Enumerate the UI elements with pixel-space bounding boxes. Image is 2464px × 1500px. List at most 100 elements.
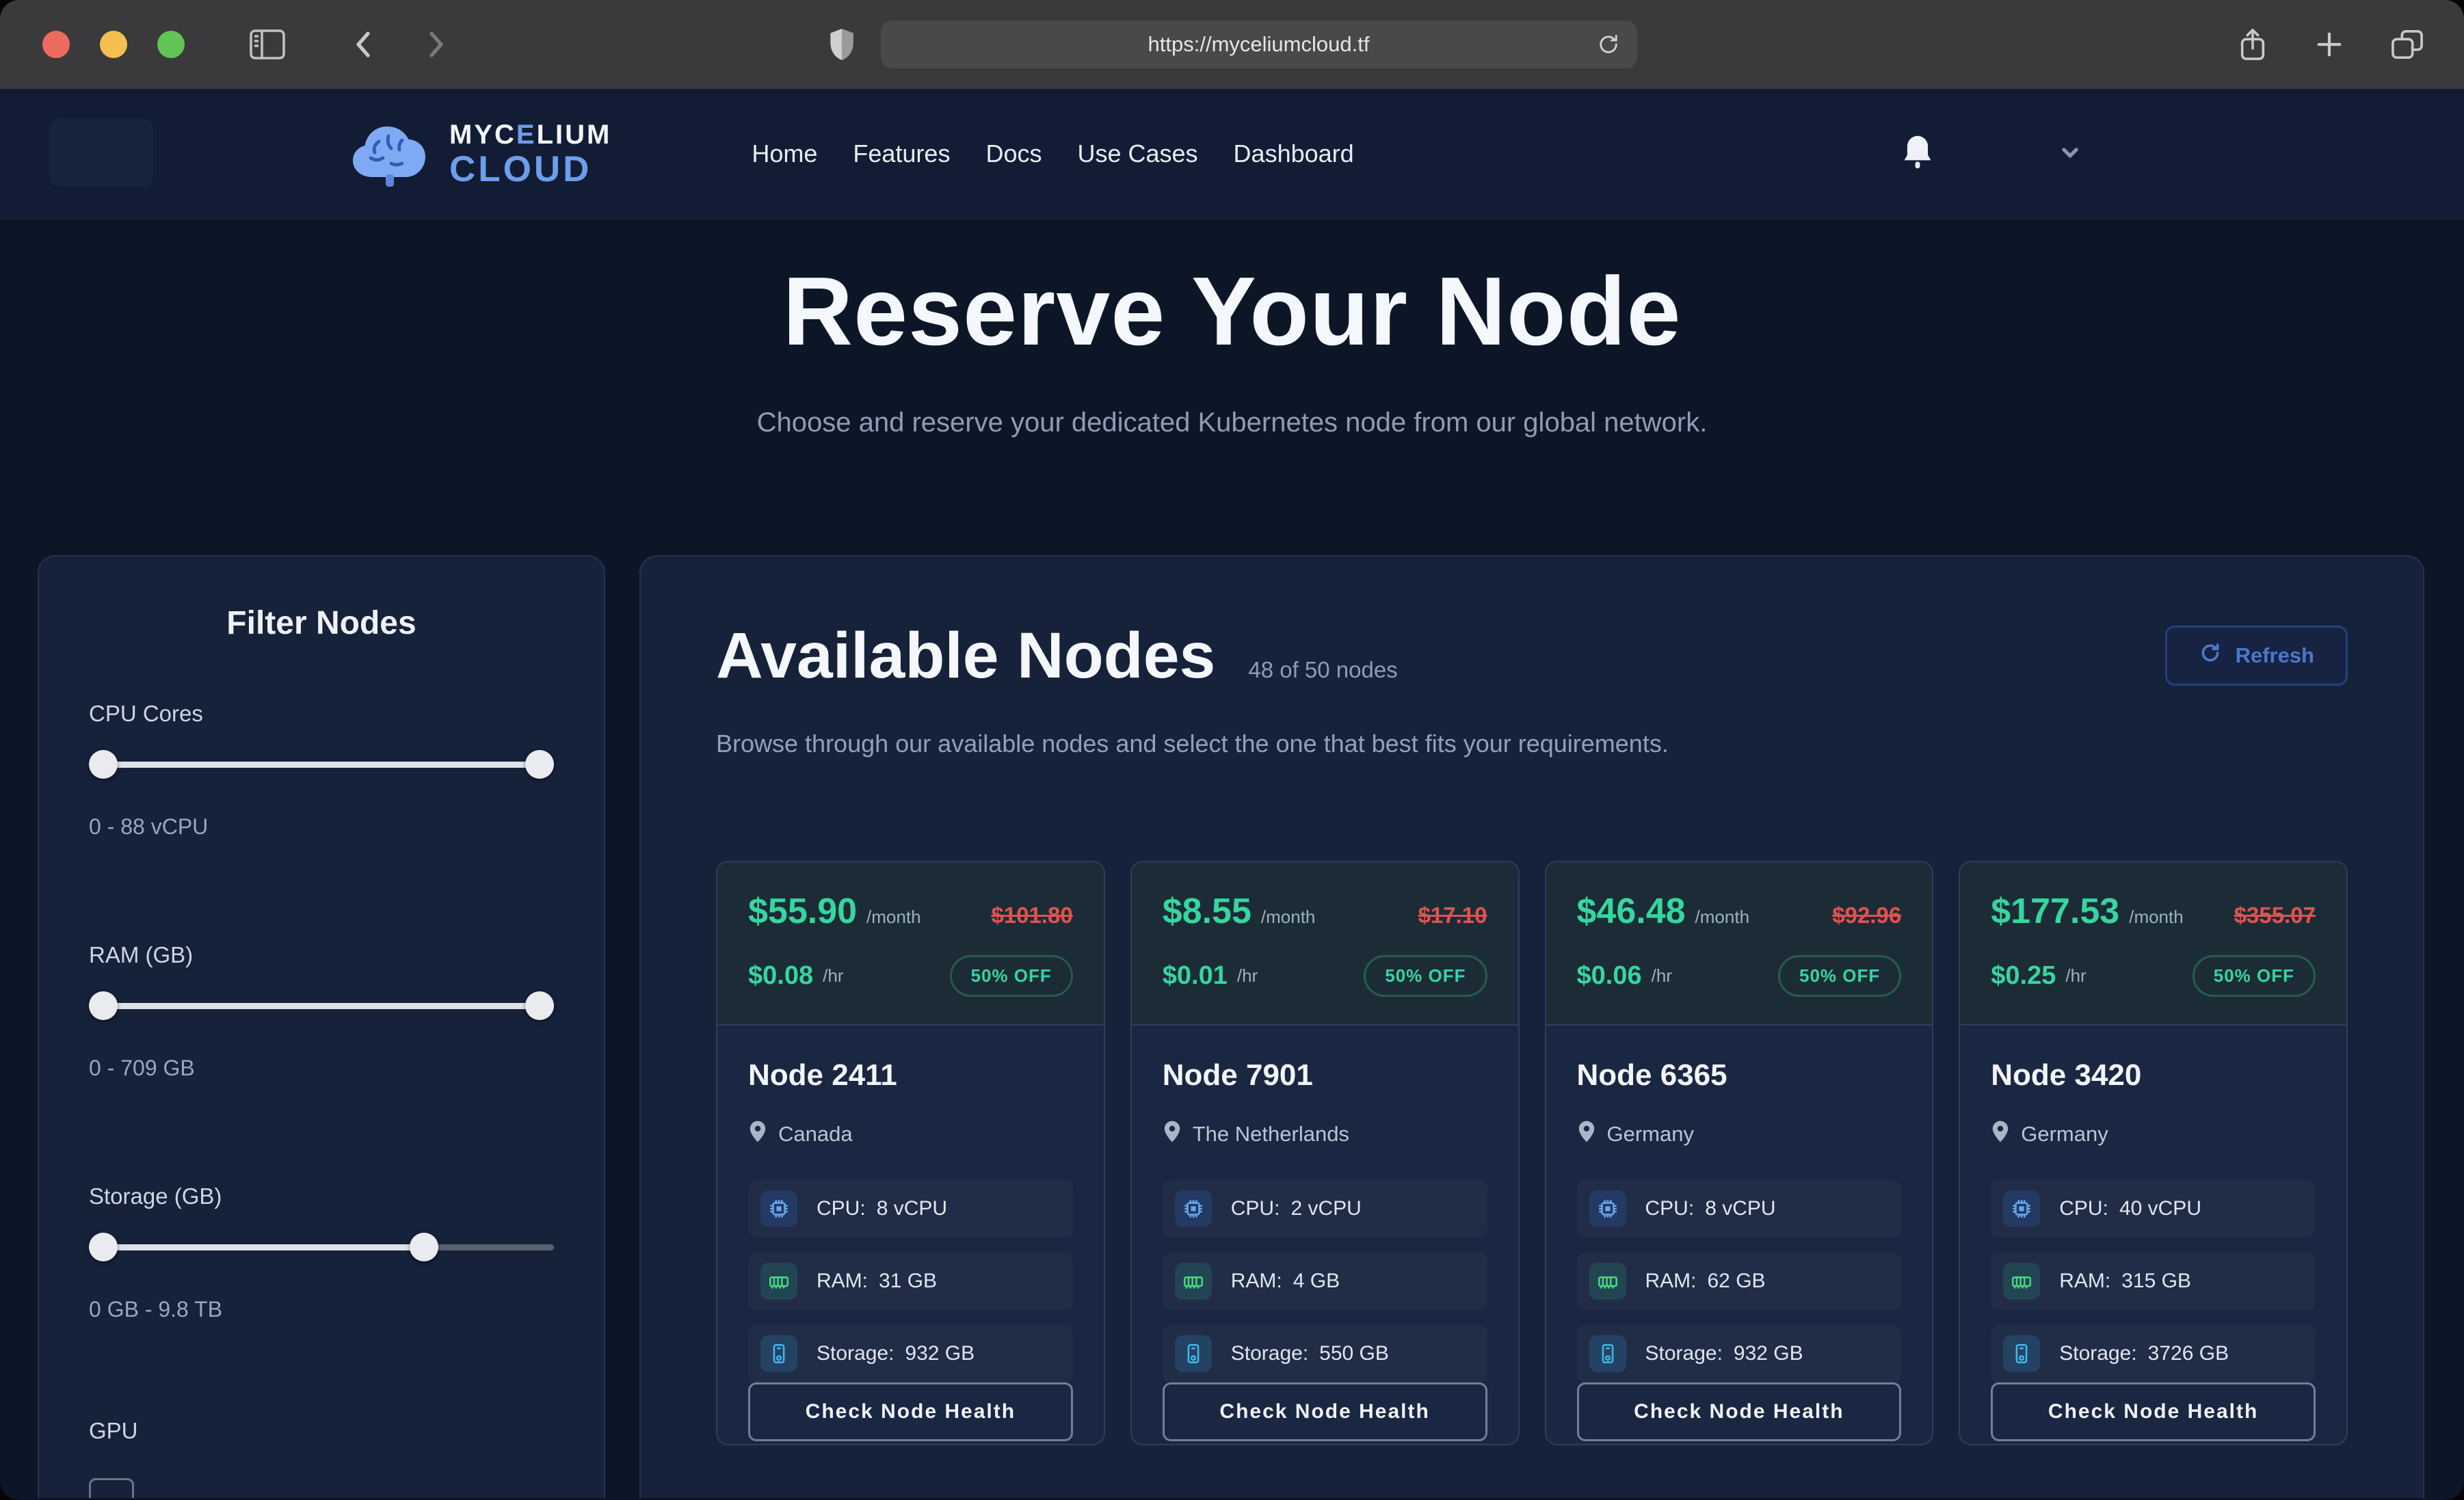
available-nodes-panel: Available Nodes 48 of 50 nodes Refresh B… bbox=[639, 555, 2424, 1498]
ghost-box bbox=[49, 119, 153, 186]
back-icon[interactable] bbox=[350, 28, 377, 61]
minimize-button[interactable] bbox=[100, 31, 127, 58]
gpu-checkbox[interactable] bbox=[89, 1478, 134, 1498]
storage-slider-max-handle[interactable] bbox=[410, 1233, 438, 1261]
site-navbar: MYCELIUM CLOUD Home Features Docs Use Ca… bbox=[0, 89, 2464, 219]
original-price: $101.80 bbox=[991, 902, 1072, 928]
pricing-section: $177.53 /month $355.07 $0.25 /hr 50% OFF bbox=[1960, 862, 2346, 1026]
discount-badge: 50% OFF bbox=[2193, 955, 2316, 997]
ram-label: RAM (GB) bbox=[89, 942, 554, 968]
logo-text: MYCELIUM CLOUD bbox=[449, 121, 611, 187]
storage-icon bbox=[2003, 1335, 2040, 1372]
filter-panel: Filter Nodes CPU Cores 0 - 88 vCPU RAM (… bbox=[38, 555, 605, 1498]
cpu-icon bbox=[2003, 1190, 2040, 1227]
cpu-slider-max-handle[interactable] bbox=[525, 750, 554, 779]
cpu-spec-row: CPU:8 vCPU bbox=[1577, 1180, 1902, 1237]
page-title: Reserve Your Node bbox=[0, 257, 2464, 366]
cpu-spec-row: CPU:8 vCPU bbox=[748, 1180, 1073, 1237]
new-tab-icon[interactable] bbox=[2314, 29, 2345, 60]
logo[interactable]: MYCELIUM CLOUD bbox=[345, 114, 611, 194]
storage-icon bbox=[760, 1335, 797, 1372]
node-location: Germany bbox=[1607, 1122, 1694, 1147]
ram-icon bbox=[760, 1263, 797, 1300]
filter-group-ram: RAM (GB) 0 - 709 GB bbox=[89, 942, 554, 1081]
per-hour-label: /hr bbox=[2065, 965, 2086, 987]
storage-value: 550 GB bbox=[1319, 1342, 1389, 1365]
forward-icon[interactable] bbox=[422, 28, 449, 61]
ram-icon bbox=[1589, 1263, 1626, 1300]
monthly-price: $55.90 bbox=[748, 891, 857, 932]
location-pin-icon bbox=[1991, 1120, 2010, 1149]
nav-links: Home Features Docs Use Cases Dashboard bbox=[752, 139, 1353, 168]
share-icon[interactable] bbox=[2237, 26, 2268, 63]
per-month-label: /month bbox=[1261, 907, 1316, 928]
storage-spec-row: Storage:932 GB bbox=[1577, 1325, 1902, 1382]
cpu-spec-row: CPU:40 vCPU bbox=[1991, 1180, 2316, 1237]
main-content: Filter Nodes CPU Cores 0 - 88 vCPU RAM (… bbox=[0, 555, 2464, 1498]
browser-toolbar: https://myceliumcloud.tf bbox=[0, 0, 2464, 89]
storage-spec-row: Storage:550 GB bbox=[1163, 1325, 1487, 1382]
cpu-value: 40 vCPU bbox=[2119, 1197, 2201, 1220]
check-node-health-button[interactable]: Check Node Health bbox=[748, 1382, 1073, 1441]
cpu-spec-row: CPU:2 vCPU bbox=[1163, 1180, 1487, 1237]
nav-item-dashboard[interactable]: Dashboard bbox=[1234, 139, 1354, 168]
nodes-subtitle: Browse through our available nodes and s… bbox=[716, 729, 2348, 758]
nav-item-docs[interactable]: Docs bbox=[985, 139, 1042, 168]
per-month-label: /month bbox=[2129, 907, 2184, 928]
check-node-health-button[interactable]: Check Node Health bbox=[1577, 1382, 1902, 1441]
node-name: Node 7901 bbox=[1163, 1058, 1487, 1093]
cpu-range-text: 0 - 88 vCPU bbox=[89, 814, 554, 840]
location-pin-icon bbox=[1163, 1120, 1182, 1149]
nav-item-features[interactable]: Features bbox=[853, 139, 950, 168]
original-price: $355.07 bbox=[2234, 902, 2316, 928]
ram-slider-min-handle[interactable] bbox=[89, 991, 118, 1020]
check-node-health-button[interactable]: Check Node Health bbox=[1163, 1382, 1487, 1441]
hourly-price: $0.06 bbox=[1577, 961, 1642, 991]
node-card[interactable]: $8.55 /month $17.10 $0.01 /hr 50% OFF No… bbox=[1130, 861, 1520, 1445]
discount-badge: 50% OFF bbox=[1364, 955, 1487, 997]
location-pin-icon bbox=[748, 1120, 767, 1149]
close-button[interactable] bbox=[42, 31, 70, 58]
ram-value: 315 GB bbox=[2121, 1270, 2191, 1293]
filter-title: Filter Nodes bbox=[89, 604, 554, 642]
bell-icon[interactable] bbox=[1900, 133, 1935, 175]
chevron-down-icon[interactable] bbox=[2055, 137, 2085, 171]
storage-label: Storage (GB) bbox=[89, 1183, 554, 1209]
node-card[interactable]: $177.53 /month $355.07 $0.25 /hr 50% OFF… bbox=[1959, 861, 2348, 1445]
storage-slider-min-handle[interactable] bbox=[89, 1233, 118, 1261]
pricing-section: $55.90 /month $101.80 $0.08 /hr 50% OFF bbox=[717, 862, 1104, 1026]
gpu-label: GPU bbox=[89, 1418, 554, 1444]
discount-badge: 50% OFF bbox=[950, 955, 1073, 997]
nav-item-home[interactable]: Home bbox=[752, 139, 817, 168]
cpu-cores-slider[interactable] bbox=[89, 750, 554, 779]
ram-value: 31 GB bbox=[879, 1270, 937, 1293]
discount-badge: 50% OFF bbox=[1778, 955, 1901, 997]
pricing-section: $46.48 /month $92.96 $0.06 /hr 50% OFF bbox=[1546, 862, 1933, 1026]
node-name: Node 3420 bbox=[1991, 1058, 2316, 1093]
cpu-slider-min-handle[interactable] bbox=[89, 750, 118, 779]
slider-range bbox=[89, 1244, 424, 1250]
storage-slider[interactable] bbox=[89, 1233, 554, 1261]
refresh-button[interactable]: Refresh bbox=[2165, 626, 2348, 686]
storage-range-text: 0 GB - 9.8 TB bbox=[89, 1297, 554, 1322]
node-card[interactable]: $46.48 /month $92.96 $0.06 /hr 50% OFF N… bbox=[1545, 861, 1934, 1445]
ram-icon bbox=[1175, 1263, 1212, 1300]
ram-slider-max-handle[interactable] bbox=[525, 991, 554, 1020]
brain-cloud-logo-icon bbox=[345, 114, 434, 194]
nodes-count: 48 of 50 nodes bbox=[1248, 657, 1397, 683]
ram-slider[interactable] bbox=[89, 991, 554, 1020]
tab-overview-icon[interactable] bbox=[2390, 29, 2424, 60]
fullscreen-button[interactable] bbox=[157, 31, 185, 58]
per-month-label: /month bbox=[1695, 907, 1750, 928]
node-card[interactable]: $55.90 /month $101.80 $0.08 /hr 50% OFF … bbox=[716, 861, 1105, 1445]
refresh-icon bbox=[2199, 641, 2222, 670]
nav-item-use-cases[interactable]: Use Cases bbox=[1077, 139, 1197, 168]
per-hour-label: /hr bbox=[1237, 965, 1258, 987]
sidebar-toggle-icon[interactable] bbox=[250, 29, 285, 59]
monthly-price: $46.48 bbox=[1577, 891, 1686, 932]
address-bar[interactable]: https://myceliumcloud.tf bbox=[881, 21, 1637, 68]
privacy-shield-icon[interactable] bbox=[827, 27, 856, 62]
location-pin-icon bbox=[1577, 1120, 1596, 1149]
reload-icon[interactable] bbox=[1596, 31, 1621, 58]
check-node-health-button[interactable]: Check Node Health bbox=[1991, 1382, 2316, 1441]
